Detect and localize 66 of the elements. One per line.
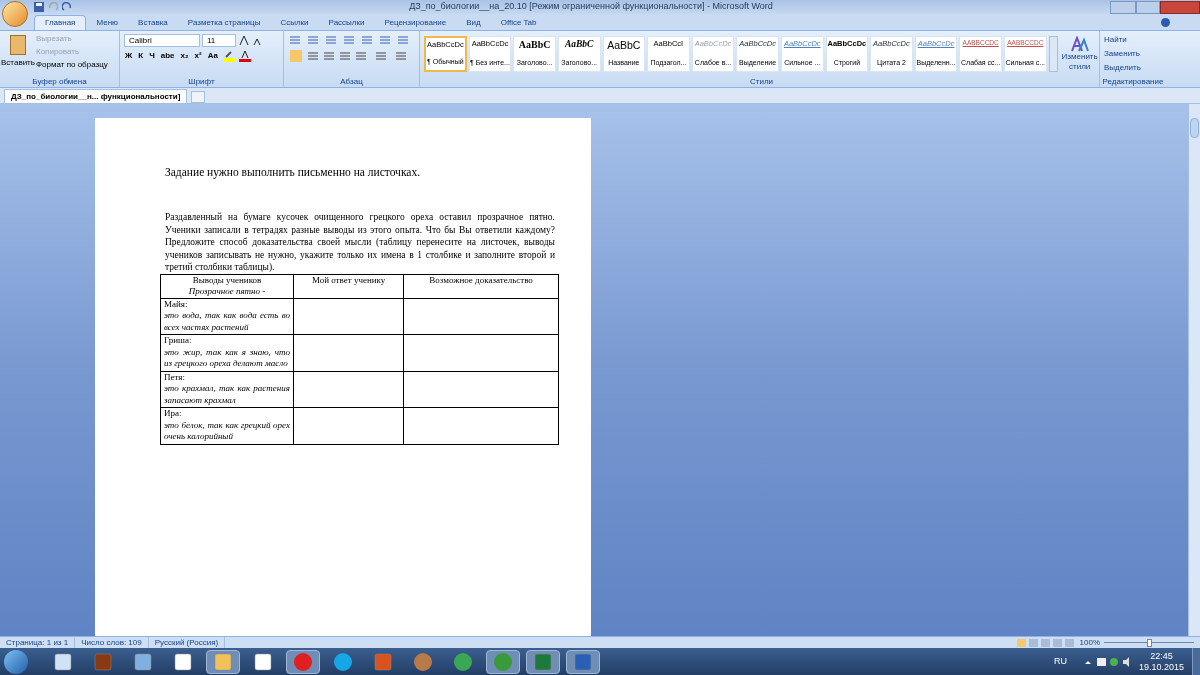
blank-page-icon <box>173 651 193 672</box>
student-conclusion: это вода, так как вода есть во всех частях растений <box>164 310 290 334</box>
close-button[interactable] <box>1160 0 1200 14</box>
zoom-level: 100% <box>1078 636 1101 649</box>
clipboard-button[interactable]: Формат по образцу <box>36 59 108 71</box>
column-header: Выводы учеников <box>191 274 263 287</box>
office-button[interactable] <box>2 1 28 27</box>
ribbon-tab[interactable]: Вставка <box>128 15 178 30</box>
body-paragraph: Раздавленный на бумаге кусочек очищенного грецкого ореха оставил прозрачное пятно. Ученики записали в тетрадях разные выводы из этого опыта. Что бы Вы ответили каждому? Предложите способ доказательства своей мысли (таблицу перенесите на листочек, выводы учеников записывать не нужно, укажите только их имена в 1 столбике и заполните второй и третий столбики таблицы). <box>165 211 555 274</box>
window-title: ДЗ_по_биологии__на_20.10 [Режим ограниченной функциональности] - Microsoft Word <box>408 0 774 14</box>
show-desktop-button[interactable] <box>1192 648 1200 675</box>
ribbon-tab[interactable]: Office Tab <box>490 15 547 30</box>
zoom-slider-thumb[interactable] <box>1147 638 1152 647</box>
font-name-field[interactable]: Calibri <box>124 34 200 47</box>
minimize-button[interactable] <box>1110 0 1136 14</box>
language-indicator[interactable]: RU <box>1053 654 1067 669</box>
paste-button[interactable]: Вставить <box>0 31 36 77</box>
ribbon-tab[interactable]: Ссылки <box>270 15 319 30</box>
group-label: Буфер обмена <box>31 77 88 87</box>
font-color-icon[interactable] <box>238 50 251 62</box>
clock-time: 22:45 <box>1150 650 1173 662</box>
column-header: Мой ответ ученику <box>311 274 386 285</box>
save-icon[interactable] <box>34 2 44 12</box>
ribbon-tab[interactable]: Разметка страницы <box>177 15 271 30</box>
group-label: Абзац <box>339 77 364 87</box>
ribbon-tab[interactable]: Главная <box>34 15 87 30</box>
editing-button[interactable]: Найти <box>1104 34 1166 46</box>
vertical-scrollbar[interactable] <box>1188 104 1200 636</box>
format-button[interactable]: abe <box>159 50 176 62</box>
student-conclusion: это жир, так как я знаю, что из грецкого ореха делают масло <box>164 346 290 370</box>
ribbon-tab[interactable]: Вид <box>456 15 491 30</box>
group-label: Стили <box>748 77 774 87</box>
ribbon-tab[interactable]: Рецензирование <box>374 15 457 30</box>
change-styles-button[interactable]: Изменить стили <box>1060 36 1099 72</box>
student-conclusion: это белок, так как грецкий орех очень калорийный <box>164 419 290 443</box>
document-heading: Задание нужно выполнить письменно на листочках. <box>165 165 422 181</box>
format-button[interactable]: x² <box>193 50 203 62</box>
group-label: Шрифт <box>187 77 216 87</box>
start-button[interactable] <box>4 649 28 674</box>
redo-icon[interactable] <box>62 2 72 12</box>
zoom-slider[interactable] <box>1104 638 1194 647</box>
ribbon-tab[interactable]: Меню <box>86 15 129 30</box>
format-button[interactable]: Ч <box>148 50 156 62</box>
group-label: Редактирование <box>1101 77 1165 87</box>
highlight-icon[interactable] <box>222 50 235 62</box>
maximize-button[interactable] <box>1136 0 1160 14</box>
student-conclusion: это крахмал, так как растения запасают крахмал <box>164 383 290 407</box>
document-tab[interactable]: ДЗ_по_биологии__н... функциональности] <box>4 89 188 103</box>
blank-page-icon <box>253 651 273 672</box>
format-button[interactable]: К <box>137 50 145 62</box>
format-button[interactable]: Ж <box>124 50 134 62</box>
styles-letters-icon <box>1070 36 1089 52</box>
student-name: Майя: <box>164 298 189 311</box>
editing-button[interactable]: Выделить <box>1104 62 1166 74</box>
student-name: Гриша: <box>164 335 193 347</box>
table-subtitle: Прозрачное пятно - <box>187 286 267 298</box>
student-name: Ира: <box>164 408 183 420</box>
font-size-field[interactable]: 11 <box>202 34 236 47</box>
student-name: Петя: <box>164 371 186 384</box>
column-header: Возможное доказательство <box>429 274 533 285</box>
format-button[interactable]: x₂ <box>179 50 190 62</box>
grow-font-icon[interactable] <box>238 34 250 46</box>
ribbon-tab[interactable]: Рассылки <box>318 15 375 30</box>
editing-button[interactable]: Заменить <box>1104 48 1166 60</box>
clock-date: 19.10.2015 <box>1138 661 1184 673</box>
format-button[interactable]: Aa <box>206 50 219 62</box>
